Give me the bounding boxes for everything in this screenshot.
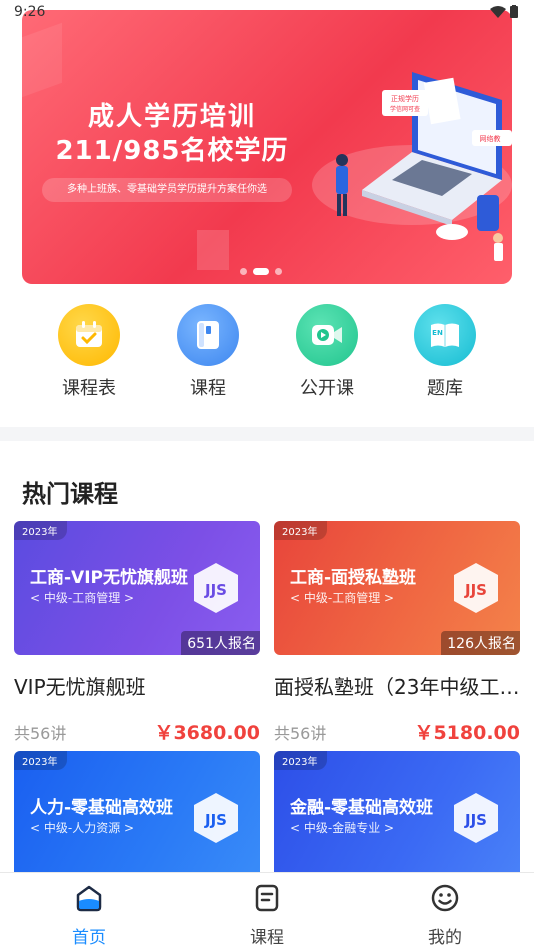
tab-label: 我的 [428,928,462,948]
promo-banner[interactable]: 成人学历培训 211/985名校学历 多种上班族、零基础学员学历提升方案任你选 … [22,10,512,284]
thumbnail-subtitle: < 中级-金融专业 > [290,821,395,835]
thumbnail-subtitle: < 中级-人力资源 > [30,821,135,835]
carousel-indicator [240,268,282,275]
banner-decoration [22,22,62,98]
smiley-profile-icon [431,884,459,912]
quick-nav-courses[interactable]: 课程 [168,304,248,400]
carousel-dot[interactable] [240,268,247,275]
year-badge: 2023年 [274,751,328,770]
banner-tag-3: 网络教 [480,134,501,143]
jjs-logo-icon: JJS [194,793,238,843]
enroll-count: 651人报名 [181,631,260,655]
logo-text: JJS [464,811,487,829]
course-card[interactable]: 2023年 人力-零基础高效班 < 中级-人力资源 > JJS [14,751,260,885]
logo-text: JJS [204,811,227,829]
logo-text: JJS [204,581,227,599]
tab-label: 首页 [72,928,106,948]
carousel-dot[interactable] [275,268,282,275]
course-meta: 共56讲 ￥3680.00 [14,718,260,745]
quick-nav-label: 题库 [427,378,463,399]
course-thumbnail[interactable]: 2023年 工商-VIP无忧旗舰班 < 中级-工商管理 > JJS 651人报名 [14,521,260,655]
course-thumbnail[interactable]: 2023年 金融-零基础高效班 < 中级-金融专业 > JJS [274,751,520,885]
battery-icon [510,5,518,18]
tab-courses[interactable]: 课程 [178,873,356,950]
question-bank-icon: EN [414,304,476,366]
quick-nav-open-class[interactable]: 公开课 [287,304,367,400]
banner-tag-1: 正规学历 [391,94,419,103]
jjs-logo-icon: JJS [194,563,238,613]
status-bar: 9:26 [0,0,534,26]
banner-decoration [197,230,229,270]
course-price: ￥3680.00 [154,722,260,744]
thumbnail-title: 工商-面授私塾班 [290,568,417,588]
quick-nav: 课程表 课程 公开课 EN 题库 [0,304,534,404]
course-card[interactable]: 2023年 工商-面授私塾班 < 中级-工商管理 > JJS 126人报名 面授… [274,521,520,745]
lesson-count: 共56讲 [14,724,67,743]
quick-nav-schedule[interactable]: 课程表 [49,304,129,400]
thumbnail-title: 工商-VIP无忧旗舰班 [30,568,188,588]
thumbnail-subtitle: < 中级-工商管理 > [30,591,135,605]
course-thumbnail[interactable]: 2023年 人力-零基础高效班 < 中级-人力资源 > JJS [14,751,260,885]
thumbnail-title: 金融-零基础高效班 [290,798,434,818]
wifi-icon [490,5,506,18]
course-list-icon [255,884,279,912]
course-meta: 共56讲 ￥5180.00 [274,718,520,745]
logo-text: JJS [464,581,487,599]
tab-label: 课程 [250,928,284,948]
status-time: 9:26 [14,4,46,20]
laptop-illustration: 正规学历 学信网可查 网络教 [312,72,512,261]
svg-text:EN: EN [432,329,443,337]
course-card[interactable]: 2023年 工商-VIP无忧旗舰班 < 中级-工商管理 > JJS 651人报名… [14,521,260,745]
quick-nav-label: 课程 [190,378,226,399]
book-icon [177,304,239,366]
section-divider [0,427,534,441]
banner-title-secondary: 211/985名校学历 [55,136,289,166]
home-icon [76,885,102,912]
carousel-dot-active[interactable] [253,268,269,275]
course-card[interactable]: 2023年 金融-零基础高效班 < 中级-金融专业 > JJS [274,751,520,885]
enroll-count: 126人报名 [441,631,520,655]
year-badge: 2023年 [14,751,68,770]
jjs-logo-icon: JJS [454,563,498,613]
quick-nav-label: 课程表 [62,378,116,399]
thumbnail-title: 人力-零基础高效班 [30,798,174,818]
banner-subtitle: 多种上班族、零基础学员学历提升方案任你选 [42,178,292,202]
jjs-logo-icon: JJS [454,793,498,843]
year-badge: 2023年 [14,521,68,540]
year-badge: 2023年 [274,521,328,540]
quick-nav-question-bank[interactable]: EN 题库 [405,304,485,400]
section-title: 热门课程 [22,480,118,508]
thumbnail-subtitle: < 中级-工商管理 > [290,591,395,605]
course-name: 面授私塾班（23年中级工商管理） [274,675,520,699]
course-thumbnail[interactable]: 2023年 工商-面授私塾班 < 中级-工商管理 > JJS 126人报名 [274,521,520,655]
course-price: ￥5180.00 [414,722,520,744]
course-name: VIP无忧旗舰班 [14,675,146,699]
bottom-tab-bar: 首页 课程 我的 [0,872,534,950]
video-play-icon [296,304,358,366]
tab-profile[interactable]: 我的 [356,873,534,950]
tab-home[interactable]: 首页 [0,873,178,950]
status-icons [490,5,518,18]
quick-nav-label: 公开课 [300,378,354,399]
calendar-check-icon [58,304,120,366]
lesson-count: 共56讲 [274,724,327,743]
banner-tag-2: 学信网可查 [390,105,420,113]
banner-title: 成人学历培训 [87,102,256,132]
